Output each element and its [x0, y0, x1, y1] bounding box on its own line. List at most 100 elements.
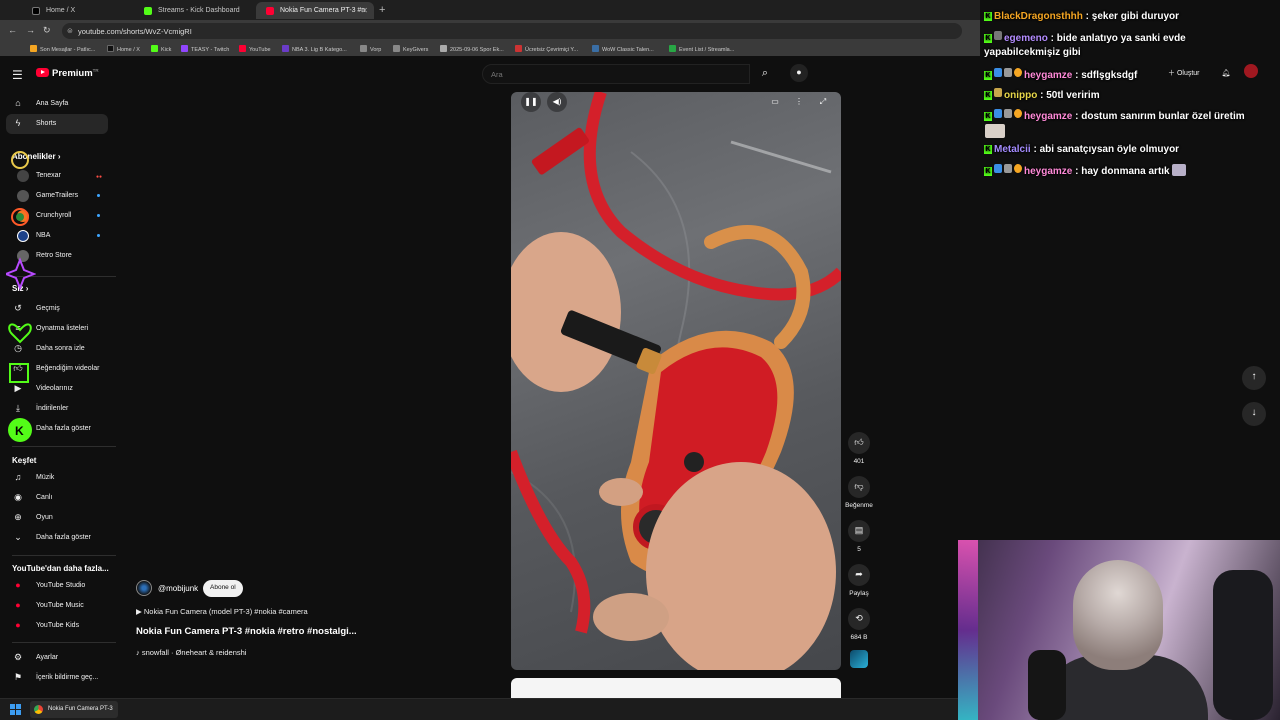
subscriber-badge-icon [1004, 68, 1012, 77]
new-content-dot [97, 234, 100, 237]
comments-button[interactable]: ▤ 5 [846, 520, 872, 553]
bookmark-item[interactable]: TEASY - Twitch [181, 45, 229, 53]
kick-badge-icon: K [984, 71, 992, 80]
shorts-video-player[interactable]: ❚❚ ◀) ▭ ⋮ ⤢ [511, 92, 841, 670]
previous-short-button[interactable]: ↑ [1242, 366, 1266, 390]
share-button[interactable]: ➦ Paylaş [846, 564, 872, 597]
new-tab-button[interactable]: + [379, 4, 385, 16]
chat-message: K BlackDragonsthhh : şeker gibi duruyor [984, 11, 1180, 22]
back-icon[interactable]: ← [8, 25, 17, 35]
next-short-button[interactable]: ↓ [1242, 402, 1266, 426]
bookmark-folder[interactable]: KeyGivers [393, 45, 428, 53]
gaming-chair [1213, 570, 1273, 720]
chat-message: Kegemeno : bide anlatıyo ya sanki evde [984, 31, 1186, 44]
more-options-button[interactable]: ⋮ [789, 92, 809, 112]
dislike-button[interactable]: 👎︎ Beğenme [842, 476, 876, 509]
streamer-webcam [958, 540, 1280, 720]
video-description[interactable]: ▶ Nokia Fun Camera (model PT-3) #nokia #… [136, 607, 308, 616]
youtube-play-icon [36, 68, 49, 78]
youtube-header: ☰ PremiumTR Ara ⌕ ● [0, 56, 980, 92]
sidebar-item-music[interactable]: ♫ Müzik [6, 468, 108, 488]
browser-tab-youtube[interactable]: Nokia Fun Camera PT-3 #n ✕ [256, 2, 374, 19]
sidebar-item-report-history[interactable]: ⚑ İçerik bildirme geç... [6, 668, 108, 688]
bookmark-favicon-icon [592, 45, 599, 52]
bookmark-favicon-icon [440, 45, 447, 52]
menu-icon[interactable]: ☰ [12, 68, 23, 82]
video-frame [511, 92, 841, 670]
bookmark-item[interactable]: Son Mesajlar - Patlıc... [30, 45, 95, 53]
chat-emote [985, 124, 1005, 138]
bookmark-item[interactable]: WoW Classic Talen... [592, 45, 654, 53]
sidebar-item-shorts[interactable]: ϟ Shorts [6, 114, 108, 134]
video-title[interactable]: Nokia Fun Camera PT-3 #nokia #retro #nos… [136, 626, 357, 637]
captions-icon: ▭ [771, 97, 779, 106]
bookmark-item[interactable]: NBA 3. Lig B Katego... [282, 45, 347, 53]
chat-emote [1172, 164, 1187, 176]
kick-badge-icon: K [984, 91, 992, 100]
reload-icon[interactable]: ↻ [43, 25, 51, 36]
chevron-right-icon: › [57, 152, 61, 161]
bookmarks-bar: Son Mesajlar - Patlıc... Home / X Kick T… [0, 42, 980, 56]
sidebar-item-explore-more[interactable]: ⌄ Daha fazla göster [6, 528, 108, 548]
bookmark-favicon-icon [181, 45, 188, 52]
sidebar-item-studio[interactable]: ● YouTube Studio [6, 576, 108, 596]
remix-button[interactable]: ⟲ 684 B [846, 608, 872, 641]
captions-button[interactable]: ▭ [765, 92, 785, 112]
search-button[interactable]: ⌕ [750, 64, 780, 84]
sidebar-item-home[interactable]: ⌂ Ana Sayfa [6, 94, 108, 114]
next-short-preview[interactable] [511, 678, 841, 698]
fullscreen-button[interactable]: ⤢ [813, 92, 833, 112]
channel-name[interactable]: @mobijunk [158, 584, 198, 593]
home-icon: ⌂ [15, 98, 21, 108]
youtube-premium-logo[interactable]: PremiumTR [36, 68, 99, 79]
pause-button[interactable]: ❚❚ [521, 92, 541, 112]
sidebar-item-live[interactable]: ◉ Canlı [6, 488, 108, 508]
verified-badge-icon [994, 164, 1002, 173]
sidebar-item-kids[interactable]: ● YouTube Kids [6, 616, 108, 636]
bookmark-item[interactable]: Event List / Streamla... [669, 45, 734, 53]
browser-tab-kick[interactable]: Streams - Kick Dashboard ✕ [134, 2, 270, 19]
bookmark-item[interactable]: 2025-09-06 Spor Ek... [440, 45, 504, 53]
bookmark-folder[interactable]: Vorp [360, 45, 381, 53]
bookmark-item[interactable]: Ücretsiz Çevrimiçi Y... [515, 45, 578, 53]
voice-search-button[interactable]: ● [790, 64, 808, 82]
browser-tab-bar: Home / X ✕ Streams - Kick Dashboard ✕ No… [0, 0, 980, 20]
folder-icon [360, 45, 367, 52]
divider [12, 555, 116, 556]
sidebar-item-music-app[interactable]: ● YouTube Music [6, 596, 108, 616]
browser-toolbar: ← → ↻ ⊜ youtube.com/shorts/WvZ-VcmigRI [0, 20, 980, 42]
sidebar-item-gaming[interactable]: ⊕ Oyun [6, 508, 108, 528]
thumb-down-icon: 👎︎ [848, 476, 870, 498]
more-from-youtube-heading: YouTube'dan daha fazla... [12, 564, 109, 573]
address-bar[interactable]: ⊜ youtube.com/shorts/WvZ-VcmigRI [62, 23, 962, 39]
bookmark-item[interactable]: Home / X [107, 45, 140, 53]
taskbar-chrome-window[interactable]: Nokia Fun Camera PT-3 [30, 701, 118, 718]
site-info-icon[interactable]: ⊜ [67, 27, 73, 35]
channel-avatar[interactable] [136, 580, 152, 596]
youtube-music-icon: ● [15, 600, 21, 610]
folder-icon [393, 45, 400, 52]
bookmark-favicon-icon [239, 45, 246, 52]
kick-badge-icon: K [984, 112, 992, 121]
sound-thumbnail[interactable] [850, 650, 868, 668]
search-input[interactable]: Ara [482, 64, 750, 84]
sidebar-item-settings[interactable]: ⚙ Ayarlar [6, 648, 108, 668]
youtube-logo-icon [266, 7, 274, 15]
bookmark-item[interactable]: YouTube [239, 45, 271, 53]
verified-badge-icon [994, 109, 1002, 118]
new-content-dot [97, 214, 100, 217]
windows-start-icon[interactable] [10, 704, 21, 715]
sound-link[interactable]: ♪ snowfall · Øneheart & reidenshi [136, 648, 246, 657]
chat-message: Konippo : 50tl veririm [984, 88, 1100, 101]
gift-badge-icon [1014, 68, 1022, 77]
subscribe-button[interactable]: Abone ol [203, 580, 243, 597]
volume-button[interactable]: ◀) [547, 92, 567, 112]
gift-badge-icon [1014, 164, 1022, 173]
chat-message-continuation: yapabilcekmişiz gibi [984, 47, 1081, 58]
microphone [1028, 650, 1066, 720]
close-tab-icon[interactable]: ✕ [361, 6, 368, 15]
bookmark-item[interactable]: Kick [151, 45, 171, 53]
like-button[interactable]: 👍︎ 401 [846, 432, 872, 465]
forward-icon[interactable]: → [26, 25, 35, 35]
explore-heading: Keşfet [12, 456, 37, 465]
